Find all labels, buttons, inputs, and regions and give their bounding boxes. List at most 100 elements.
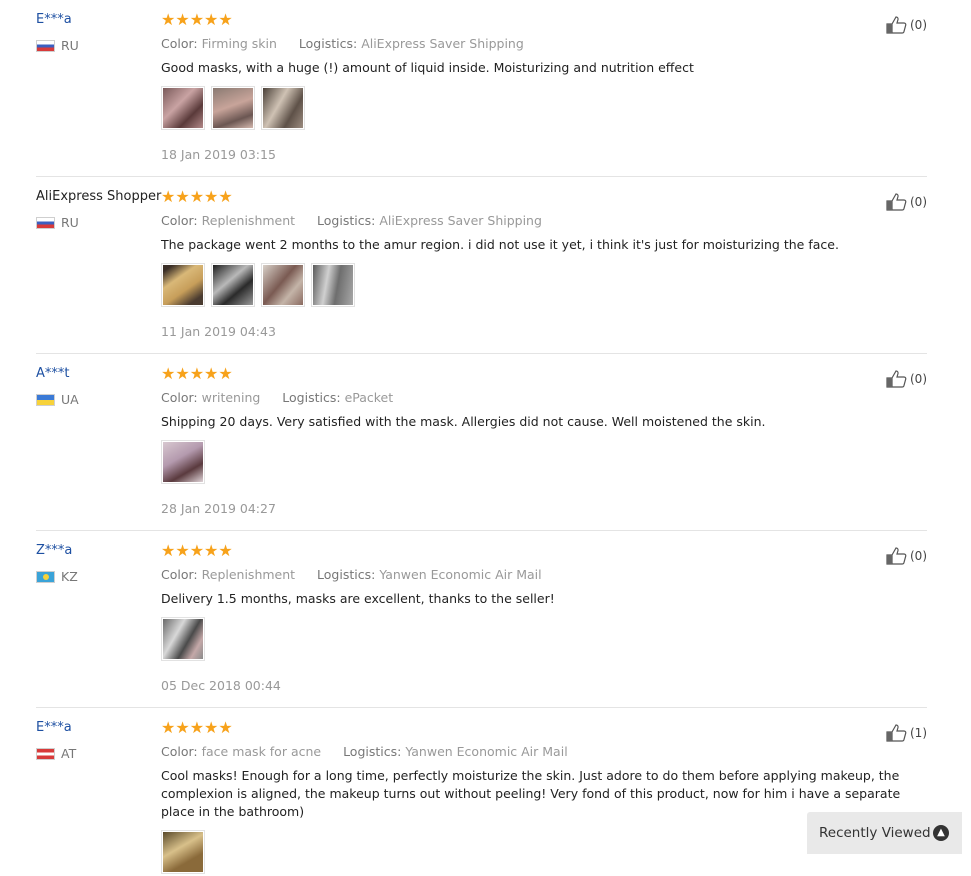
helpful-count: (0) xyxy=(910,18,927,32)
logistics-key: Logistics: xyxy=(343,744,402,759)
review-meta: Color: Firming skin Logistics: AliExpres… xyxy=(161,36,861,51)
reviewer-country: KZ xyxy=(36,569,161,584)
country-code: UA xyxy=(61,392,79,407)
star-rating: ★★★★★ xyxy=(161,718,233,737)
review-item: E***a RU ★★★★★ Color: Firming skin Logis… xyxy=(36,8,927,177)
reviewer-name-link[interactable]: E***a xyxy=(36,720,161,735)
star-rating: ★★★★★ xyxy=(161,10,233,29)
color-key: Color: xyxy=(161,744,198,759)
review-meta: Color: writening Logistics: ePacket xyxy=(161,390,861,405)
review-photo-thumbnail[interactable] xyxy=(161,440,205,484)
flag-kz-icon xyxy=(36,570,55,583)
review-photo-thumbnail[interactable] xyxy=(161,830,205,874)
review-body: ★★★★★ Color: writening Logistics: ePacke… xyxy=(161,366,861,516)
helpful-button[interactable]: (1) xyxy=(886,724,927,742)
logistics-key: Logistics: xyxy=(298,36,358,51)
review-photos xyxy=(161,440,861,484)
color-value: Firming skin xyxy=(201,36,277,51)
reviewer-name-link[interactable]: A***t xyxy=(36,366,161,381)
review-meta: Color: face mask for acne Logistics: Yan… xyxy=(161,744,861,759)
reviewer-country: RU xyxy=(36,38,161,53)
star-rating: ★★★★★ xyxy=(161,541,233,560)
logistics-value: AliExpress Saver Shipping xyxy=(361,36,524,51)
helpful-button[interactable]: (0) xyxy=(886,193,927,211)
reviewer-info: E***a RU xyxy=(36,12,161,53)
review-photo-thumbnail[interactable] xyxy=(161,617,205,661)
review-meta: Color: Replenishment Logistics: AliExpre… xyxy=(161,213,861,228)
logistics-key: Logistics: xyxy=(282,390,341,405)
review-item: AliExpress Shopper RU ★★★★★ Color: Reple… xyxy=(36,185,927,354)
helpful-button[interactable]: (0) xyxy=(886,547,927,565)
logistics-value: ePacket xyxy=(344,390,394,405)
helpful-count: (0) xyxy=(910,195,927,209)
review-item: E***a AT ★★★★★ Color: face mask for acne… xyxy=(36,716,927,876)
reviewer-country: RU xyxy=(36,215,161,230)
thumbs-up-icon xyxy=(886,724,907,742)
logistics-value: Yanwen Economic Air Mail xyxy=(379,567,542,582)
color-key: Color: xyxy=(161,390,198,405)
review-photo-thumbnail[interactable] xyxy=(311,263,355,307)
country-code: RU xyxy=(61,38,79,53)
flag-at-icon xyxy=(36,747,55,760)
recently-viewed-button[interactable]: Recently Viewed ▲ xyxy=(807,812,962,854)
thumbs-up-icon xyxy=(886,547,907,565)
review-photos xyxy=(161,830,861,874)
review-body: ★★★★★ Color: Replenishment Logistics: Al… xyxy=(161,189,861,339)
flag-ru-icon xyxy=(36,216,55,229)
review-photo-thumbnail[interactable] xyxy=(211,263,255,307)
reviewer-name: AliExpress Shopper xyxy=(36,189,162,204)
review-text: Good masks, with a huge (!) amount of li… xyxy=(161,60,694,75)
reviewer-info: AliExpress Shopper RU xyxy=(36,189,161,230)
review-body: ★★★★★ Color: face mask for acne Logistic… xyxy=(161,718,900,874)
review-text: Delivery 1.5 months, masks are excellent… xyxy=(161,591,555,606)
review-photo-thumbnail[interactable] xyxy=(261,263,305,307)
review-date: 05 Dec 2018 00:44 xyxy=(161,678,281,693)
review-body: ★★★★★ Color: Firming skin Logistics: Ali… xyxy=(161,12,861,162)
review-photo-thumbnail[interactable] xyxy=(261,86,305,130)
helpful-count: (0) xyxy=(910,372,927,386)
flag-ua-icon xyxy=(36,393,55,406)
color-key: Color: xyxy=(161,567,198,582)
review-text: Shipping 20 days. Very satisfied with th… xyxy=(161,414,766,429)
review-photos xyxy=(161,86,861,130)
review-date: 11 Jan 2019 04:43 xyxy=(161,324,276,339)
review-photo-thumbnail[interactable] xyxy=(161,263,205,307)
chevron-up-circle-icon: ▲ xyxy=(933,825,949,841)
review-meta: Color: Replenishment Logistics: Yanwen E… xyxy=(161,567,861,582)
reviewer-name-link[interactable]: Z***a xyxy=(36,543,161,558)
star-rating: ★★★★★ xyxy=(161,187,233,206)
review-body: ★★★★★ Color: Replenishment Logistics: Ya… xyxy=(161,543,861,693)
country-code: KZ xyxy=(61,569,78,584)
recently-viewed-label: Recently Viewed xyxy=(819,825,931,841)
logistics-key: Logistics: xyxy=(317,213,376,228)
country-code: RU xyxy=(61,215,79,230)
color-value: Replenishment xyxy=(201,213,296,228)
review-photos xyxy=(161,617,861,661)
review-photo-thumbnail[interactable] xyxy=(161,86,205,130)
review-item: A***t UA ★★★★★ Color: writening Logistic… xyxy=(36,362,927,531)
color-value: writening xyxy=(201,390,261,405)
review-date: 28 Jan 2019 04:27 xyxy=(161,501,276,516)
reviewer-info: A***t UA xyxy=(36,366,161,407)
logistics-value: AliExpress Saver Shipping xyxy=(379,213,542,228)
color-value: face mask for acne xyxy=(201,744,322,759)
review-text: The package went 2 months to the amur re… xyxy=(161,237,839,252)
reviewer-name-link[interactable]: E***a xyxy=(36,12,161,27)
review-photo-thumbnail[interactable] xyxy=(211,86,255,130)
thumbs-up-icon xyxy=(886,16,907,34)
review-photos xyxy=(161,263,861,307)
color-key: Color: xyxy=(161,213,198,228)
logistics-key: Logistics: xyxy=(317,567,376,582)
review-item: Z***a KZ ★★★★★ Color: Replenishment Logi… xyxy=(36,539,927,708)
thumbs-up-icon xyxy=(886,370,907,388)
helpful-count: (1) xyxy=(910,726,927,740)
helpful-button[interactable]: (0) xyxy=(886,16,927,34)
helpful-button[interactable]: (0) xyxy=(886,370,927,388)
color-key: Color: xyxy=(161,36,198,51)
reviewer-info: E***a AT xyxy=(36,720,161,761)
review-date: 18 Jan 2019 03:15 xyxy=(161,147,276,162)
thumbs-up-icon xyxy=(886,193,907,211)
color-value: Replenishment xyxy=(201,567,296,582)
logistics-value: Yanwen Economic Air Mail xyxy=(405,744,568,759)
star-rating: ★★★★★ xyxy=(161,364,233,383)
